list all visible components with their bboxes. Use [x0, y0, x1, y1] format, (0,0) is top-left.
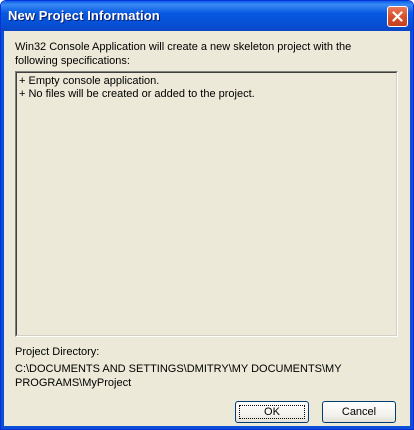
specification-item: + No files will be created or added to t…: [19, 88, 255, 100]
dialog-window: New Project Information Win32 Console Ap…: [0, 0, 414, 430]
specification-item: + Empty console application.: [19, 75, 160, 87]
project-directory-value: C:\DOCUMENTS AND SETTINGS\DMITRY\MY DOCU…: [15, 363, 342, 389]
project-directory-label: Project Directory:: [15, 346, 100, 358]
ok-button[interactable]: OK: [235, 401, 309, 423]
specifications-box: + Empty console application. + No files …: [15, 71, 398, 337]
description-text: Win32 Console Application will create a …: [15, 41, 352, 67]
close-icon: [392, 11, 403, 22]
close-button[interactable]: [387, 6, 408, 27]
cancel-button[interactable]: Cancel: [322, 401, 396, 423]
window-frame-right: [410, 31, 413, 429]
title-bar[interactable]: New Project Information: [1, 1, 413, 31]
focus-rectangle: [239, 405, 305, 419]
cancel-button-label: Cancel: [341, 406, 377, 418]
window-title: New Project Information: [8, 8, 160, 23]
specifications-list: + Empty console application. + No files …: [16, 72, 397, 336]
window-frame-left: [1, 31, 4, 429]
window-frame-bottom: [1, 426, 413, 429]
